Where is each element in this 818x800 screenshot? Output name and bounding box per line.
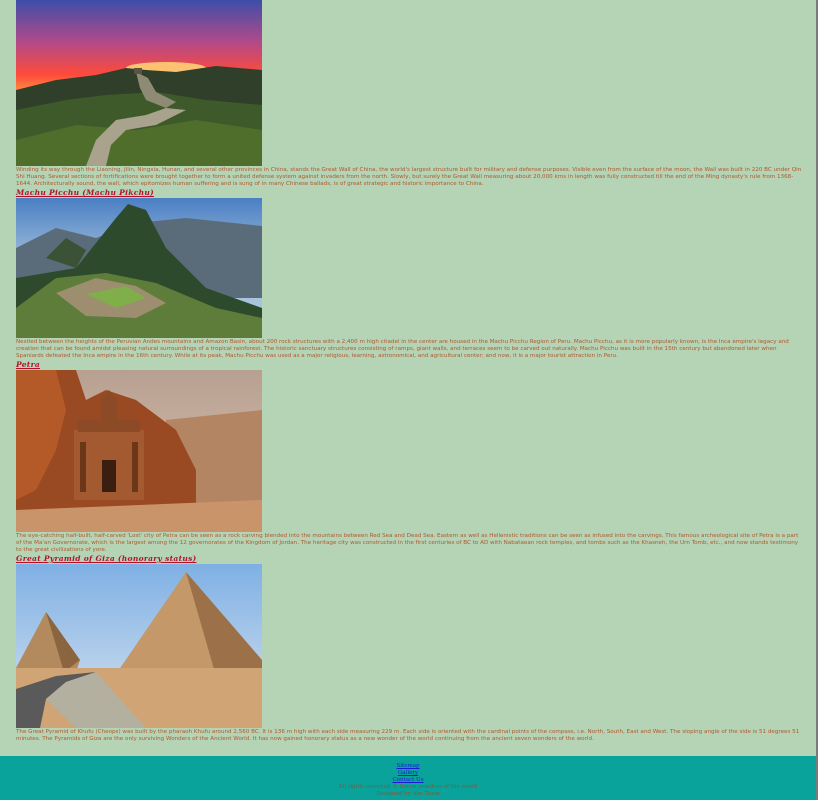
footer-copyright: All rights reserved © Seven wonders of t… [338, 784, 478, 790]
footer-link-gallery[interactable]: Gallery [0, 770, 816, 777]
giza-image [16, 564, 262, 728]
footer-link-sitemap[interactable]: Sitemap [0, 763, 816, 770]
main-content: Winding its way through the Liaoning, Ji… [16, 0, 802, 743]
section-description: The Great Pyramid of Khufu (Cheops) was … [16, 729, 800, 742]
great-wall-image [16, 0, 262, 166]
section-heading-giza[interactable]: Great Pyramid of Giza (honorary status) [16, 554, 802, 564]
section-description: Winding its way through the Liaoning, Ji… [16, 167, 802, 187]
footer: Sitemap Gallery Contact Us All rights re… [0, 756, 816, 800]
section-heading-machu-picchu[interactable]: Machu Picchu (Machu Pikchu) [16, 188, 802, 198]
petra-image [16, 370, 262, 532]
section-description: Nestled between the heights of the Peruv… [16, 339, 789, 359]
section-description: The eye-catching half-built, half-carved… [16, 533, 799, 553]
machu-picchu-image [16, 198, 262, 338]
footer-link-contact[interactable]: Contact Us [0, 777, 816, 784]
section-heading-petra[interactable]: Petra [16, 360, 802, 370]
footer-designer: Designed by Abc Team [376, 791, 440, 797]
